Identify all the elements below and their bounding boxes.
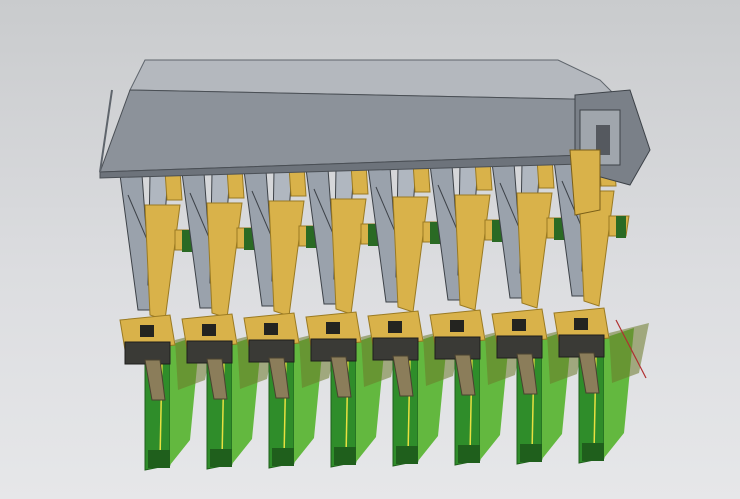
robot-gripper-assembly-model[interactable]	[0, 0, 740, 499]
gripper-motor-face	[450, 320, 464, 332]
gold-link-arm	[330, 198, 367, 315]
gold-link-arm	[268, 200, 305, 317]
cad-viewport[interactable]	[0, 0, 740, 499]
gripper-motor-face	[512, 319, 526, 331]
side-green-tab	[616, 216, 626, 238]
pcb-connector	[520, 444, 542, 462]
end-gold-bracket	[569, 149, 601, 216]
gold-link-arm	[516, 192, 553, 309]
pcb-connector	[148, 450, 170, 468]
gripper-motor-face	[264, 323, 278, 335]
gripper-motor-face	[574, 318, 588, 330]
gripper-motor-face	[388, 321, 402, 333]
gripper-motor-face	[326, 322, 340, 334]
gripper-motor-face	[140, 325, 154, 337]
gold-link-arm	[392, 196, 429, 313]
pcb-connector	[334, 447, 356, 465]
pcb-connector	[272, 448, 294, 466]
gripper-motor-face	[202, 324, 216, 336]
gold-link-arm	[144, 204, 181, 321]
gold-link-arm	[206, 202, 243, 319]
pcb-connector	[396, 446, 418, 464]
pcb-connector	[458, 445, 480, 463]
pcb-connector	[582, 443, 604, 461]
pcb-connector	[210, 449, 232, 467]
gold-link-arm	[454, 194, 491, 311]
pcb-shadow	[609, 323, 649, 383]
